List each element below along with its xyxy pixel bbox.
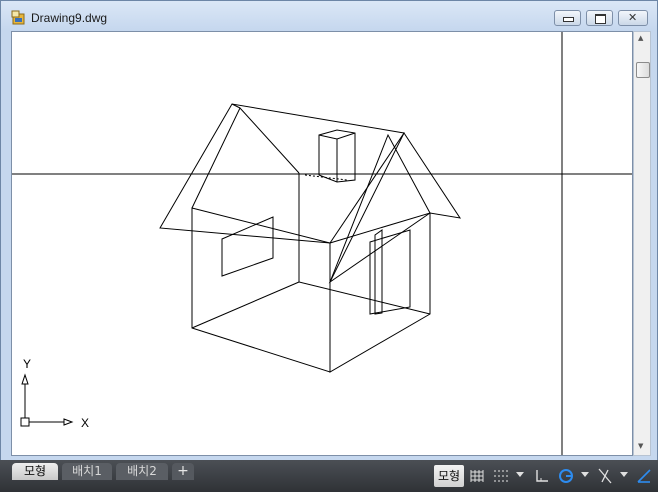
roof-slope-side xyxy=(328,131,462,284)
drawing-file-icon xyxy=(11,10,25,25)
maximize-button[interactable] xyxy=(586,10,613,26)
ortho-icon[interactable] xyxy=(533,467,551,485)
grid-icon[interactable] xyxy=(468,467,486,485)
polar-icon[interactable] xyxy=(557,467,575,485)
scroll-down-icon[interactable]: ▼ xyxy=(638,442,643,450)
ucs-y-label: Y xyxy=(23,357,31,371)
title-bar[interactable]: Drawing9.dwg ✕ xyxy=(1,1,657,31)
house-window xyxy=(221,216,274,277)
tab-layout2[interactable]: 배치2 xyxy=(116,463,168,480)
tab-model[interactable]: 모형 xyxy=(12,463,58,480)
maximize-icon xyxy=(595,14,606,24)
minimize-button[interactable] xyxy=(554,10,581,26)
drawing-svg[interactable]: Y X xyxy=(12,32,632,455)
model-space-button[interactable]: 모형 xyxy=(434,465,464,487)
close-button[interactable]: ✕ xyxy=(618,10,648,26)
ucs-x-label: X xyxy=(81,416,89,430)
gable-side xyxy=(329,133,431,283)
drawing-canvas[interactable]: Y X xyxy=(11,31,633,456)
house-door xyxy=(369,229,411,315)
ucs-icon xyxy=(20,373,74,427)
add-layout-button[interactable]: + xyxy=(172,463,194,480)
close-icon: ✕ xyxy=(628,11,638,24)
minimize-icon xyxy=(563,17,574,22)
osnap-dropdown-icon[interactable] xyxy=(620,472,628,477)
snap-dropdown-icon[interactable] xyxy=(516,472,524,477)
vertical-scrollbar[interactable]: ▲ ▼ xyxy=(633,31,651,456)
tab-layout1[interactable]: 배치1 xyxy=(62,463,112,480)
scroll-up-icon[interactable]: ▲ xyxy=(638,34,643,42)
app-window: Drawing9.dwg ✕ Y X ▲ ▼ xyxy=(0,0,658,492)
window-title: Drawing9.dwg xyxy=(31,11,108,25)
osnap-icon[interactable] xyxy=(596,467,614,485)
gable-front xyxy=(191,107,300,209)
status-bar: 모형 배치1 배치2 + 모형 xyxy=(0,460,658,492)
lineweight-icon[interactable] xyxy=(635,467,653,485)
scrollbar-thumb[interactable] xyxy=(636,62,650,78)
house-wireframe xyxy=(159,103,462,373)
snap-icon[interactable] xyxy=(492,467,510,485)
side-wall xyxy=(329,212,431,373)
polar-dropdown-icon[interactable] xyxy=(581,472,589,477)
